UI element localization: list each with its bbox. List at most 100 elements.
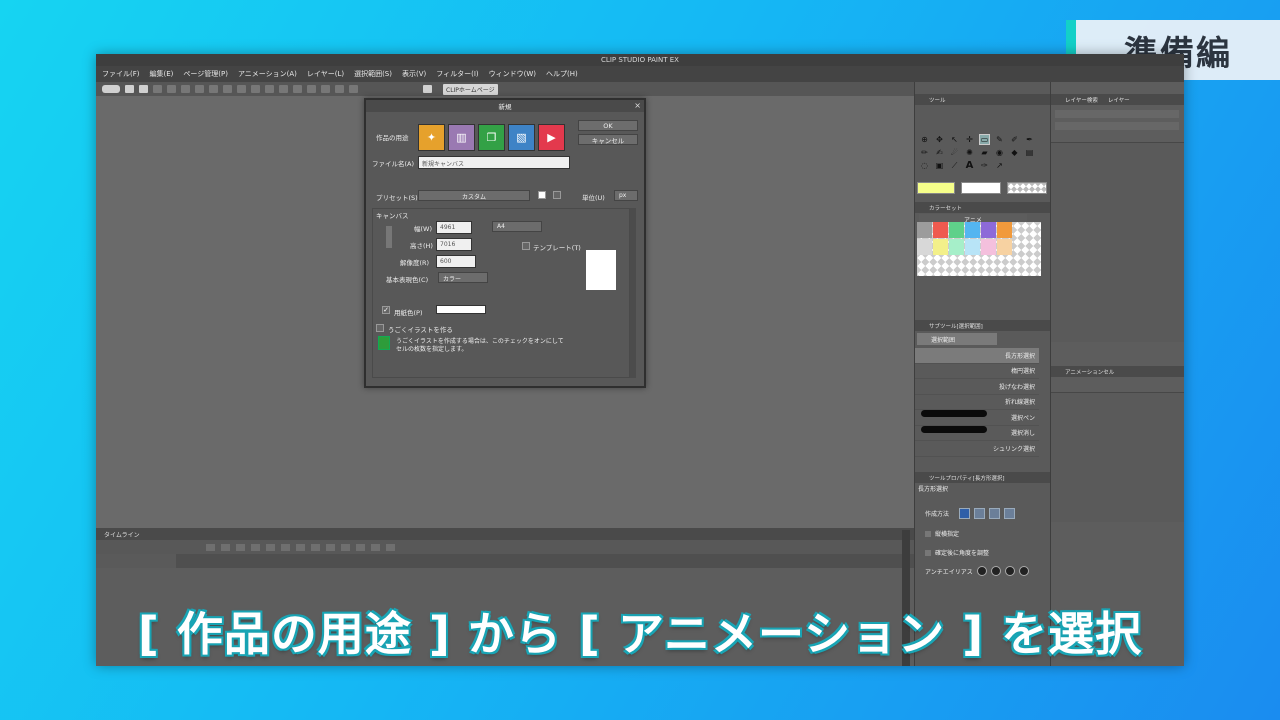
dialog-scrollbar[interactable] [630,208,636,378]
subtool-group-tab[interactable]: 選択範囲 [917,333,997,345]
blend-mode-select[interactable] [1055,110,1179,118]
adjust-angle-checkbox[interactable] [925,549,931,556]
layer-list[interactable] [1051,142,1184,342]
clip-homepage-button[interactable]: CLIPホームページ [443,83,498,95]
resolution-input[interactable]: 600 [436,255,476,268]
text-tool-icon[interactable]: A [964,160,975,171]
width-input[interactable]: 4961 [436,221,472,234]
snap-perspective-icon[interactable] [307,85,316,93]
new-file-icon[interactable] [125,85,134,93]
menu-help[interactable]: ヘルプ(H) [546,69,578,79]
color-cell[interactable] [933,222,948,238]
layer-tab[interactable]: レイヤー [1108,96,1130,104]
animation-cel-list[interactable] [1051,392,1184,522]
main-color-swatch[interactable] [917,182,955,194]
antialias-strong-option[interactable] [1018,566,1029,576]
menu-edit[interactable]: 編集(E) [150,69,174,79]
transparent-color-swatch[interactable] [1007,182,1047,194]
selection-tool-icon[interactable]: ▭ [979,134,990,145]
color-cell[interactable] [1029,222,1044,238]
pen-tool-icon[interactable]: ✒ [1024,134,1035,145]
clip-studio-icon[interactable] [102,85,120,93]
monitor-icon[interactable] [423,85,432,93]
eraser-icon[interactable]: ▰ [979,147,990,158]
onion-skin-icon[interactable] [251,543,260,551]
menu-selection[interactable]: 選択範囲(S) [354,69,392,79]
undo-icon[interactable] [167,85,176,93]
height-input[interactable]: 7016 [436,238,472,251]
color-cell[interactable] [1013,239,1028,255]
expand-selection-icon[interactable] [251,85,260,93]
subtool-lasso-select[interactable]: 投げなわ選択 [915,379,1039,395]
tool-property-tab[interactable]: ツールプロパティ[長方形選択] [929,474,1004,482]
zoom-tool-icon[interactable]: ⊕ [919,134,930,145]
invert-selection-icon[interactable] [237,85,246,93]
unit-select[interactable]: px [614,190,638,201]
color-cell[interactable] [997,222,1012,238]
opacity-slider[interactable] [1055,122,1179,130]
color-cell[interactable] [917,239,932,255]
gradient-tool-icon[interactable]: ▤ [1024,147,1035,158]
clear-icon[interactable] [195,85,204,93]
color-set-tab[interactable]: カラーセット [929,204,962,212]
move-tool-icon[interactable]: ✥ [934,134,945,145]
close-icon[interactable]: × [634,101,641,110]
save-icon[interactable] [153,85,162,93]
subtract-selection-icon[interactable] [989,508,1001,519]
menu-view[interactable]: 表示(V) [402,69,426,79]
subtool-tab[interactable]: サブツール[選択範囲] [929,322,983,330]
eyedropper-icon[interactable]: ✐ [1009,134,1020,145]
zoom-in-timeline-icon[interactable] [386,543,395,551]
paper-color-checkbox[interactable]: ✓ [382,306,390,314]
loop-icon[interactable] [356,543,365,551]
sub-color-swatch[interactable] [961,182,1001,194]
ruler-visible-icon[interactable] [335,85,344,93]
timeline-tab[interactable]: タイムライン [104,530,140,539]
open-file-icon[interactable] [139,85,148,93]
color-cell[interactable] [1029,239,1044,255]
add-cel-icon[interactable] [236,543,245,551]
size-preset-select[interactable]: A4 [492,221,542,232]
menu-window[interactable]: ウィンドウ(W) [489,69,536,79]
prev-frame-icon[interactable] [296,543,305,551]
edit-timeline-icon[interactable] [221,543,230,551]
antialias-weak-option[interactable] [990,566,1001,576]
color-mode-select[interactable]: カラー [438,272,488,283]
pencil-tool-icon[interactable]: ✏ [919,147,930,158]
animated-illust-checkbox[interactable] [376,324,384,332]
antialias-none-option[interactable] [976,566,987,576]
color-cell[interactable] [997,239,1012,255]
play-icon[interactable] [311,543,320,551]
menu-filter[interactable]: フィルター(I) [436,69,478,79]
menu-page[interactable]: ページ管理(P) [183,69,228,79]
ok-button[interactable]: OK [578,120,638,131]
show-grid-icon[interactable] [321,85,330,93]
subtool-polyline-select[interactable]: 折れ線選択 [915,395,1039,410]
menu-layer[interactable]: レイヤー(L) [307,69,344,79]
animation-use-icon[interactable]: ▶ [538,124,565,151]
color-cell[interactable] [1013,222,1028,238]
light-table-icon[interactable] [266,543,275,551]
airbrush-icon[interactable]: ☄ [949,147,960,158]
animation-cel-tab[interactable]: アニメーションセル [1065,368,1114,376]
correct-line-icon[interactable]: ↗ [994,160,1005,171]
balloon-tool-icon[interactable]: ✑ [979,160,990,171]
preset-select[interactable]: カスタム [418,190,530,201]
subtool-ellipse-select[interactable]: 楕円選択 [915,364,1039,379]
color-cell[interactable] [949,239,964,255]
filename-input[interactable]: 新規キャンバス [418,156,570,169]
menu-animation[interactable]: アニメーション(A) [238,69,297,79]
figure-tool-icon[interactable]: ◌ [919,160,930,171]
color-cell[interactable] [917,222,932,238]
bleed-icon[interactable] [349,85,358,93]
snap-ruler-icon[interactable] [279,85,288,93]
decoration-icon[interactable]: ✺ [964,147,975,158]
last-frame-icon[interactable] [341,543,350,551]
color-cell[interactable] [981,239,996,255]
color-cell[interactable] [981,222,996,238]
webtoon-use-icon[interactable]: ▥ [448,124,475,151]
cancel-button[interactable]: キャンセル [578,134,638,145]
deselect-icon[interactable] [223,85,232,93]
brush-tool-icon[interactable]: ✍ [934,147,945,158]
transform-icon[interactable] [209,85,218,93]
